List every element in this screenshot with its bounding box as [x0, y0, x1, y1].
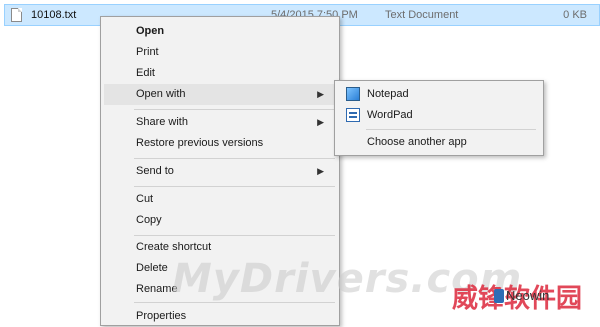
file-size: 0 KB: [563, 9, 587, 21]
menu-item-print[interactable]: Print: [104, 42, 336, 63]
menu-separator: [134, 186, 335, 187]
menu-item-share-with[interactable]: Share with ▶: [104, 112, 336, 133]
menu-item-copy[interactable]: Copy: [104, 210, 336, 231]
menu-item-properties[interactable]: Properties: [104, 306, 336, 327]
menu-item-restore-previous-versions[interactable]: Restore previous versions: [104, 133, 336, 154]
submenu-item-notepad[interactable]: Notepad: [338, 84, 540, 105]
chevron-right-icon: ▶: [317, 117, 324, 127]
neowin-logo-icon: [494, 289, 504, 303]
menu-separator: [134, 235, 335, 236]
menu-item-create-shortcut[interactable]: Create shortcut: [104, 237, 336, 258]
menu-item-cut[interactable]: Cut: [104, 189, 336, 210]
open-with-submenu: Notepad WordPad Choose another app: [334, 80, 544, 156]
neowin-watermark: Neowin: [506, 288, 550, 303]
menu-item-send-to-label: Send to: [136, 165, 174, 177]
menu-item-open[interactable]: Open: [104, 21, 336, 42]
menu-item-send-to[interactable]: Send to ▶: [104, 161, 336, 182]
menu-item-open-with[interactable]: Open with ▶: [104, 84, 336, 105]
menu-item-open-with-label: Open with: [136, 88, 186, 100]
menu-separator: [134, 109, 335, 110]
menu-separator: [134, 302, 335, 303]
chevron-right-icon: ▶: [317, 166, 324, 176]
menu-item-share-with-label: Share with: [136, 116, 188, 128]
submenu-item-wordpad-label: WordPad: [367, 109, 413, 121]
menu-item-edit[interactable]: Edit: [104, 63, 336, 84]
file-name: 10108.txt: [31, 9, 77, 21]
notepad-icon: [346, 87, 360, 101]
submenu-separator: [366, 129, 536, 130]
wordpad-icon: [346, 108, 360, 122]
file-type: Text Document: [385, 9, 459, 21]
text-file-icon: [11, 8, 22, 22]
submenu-item-notepad-label: Notepad: [367, 88, 409, 100]
submenu-item-choose-another-app[interactable]: Choose another app: [338, 132, 540, 153]
submenu-item-wordpad[interactable]: WordPad: [338, 105, 540, 126]
menu-separator: [134, 158, 335, 159]
chevron-right-icon: ▶: [317, 89, 324, 99]
